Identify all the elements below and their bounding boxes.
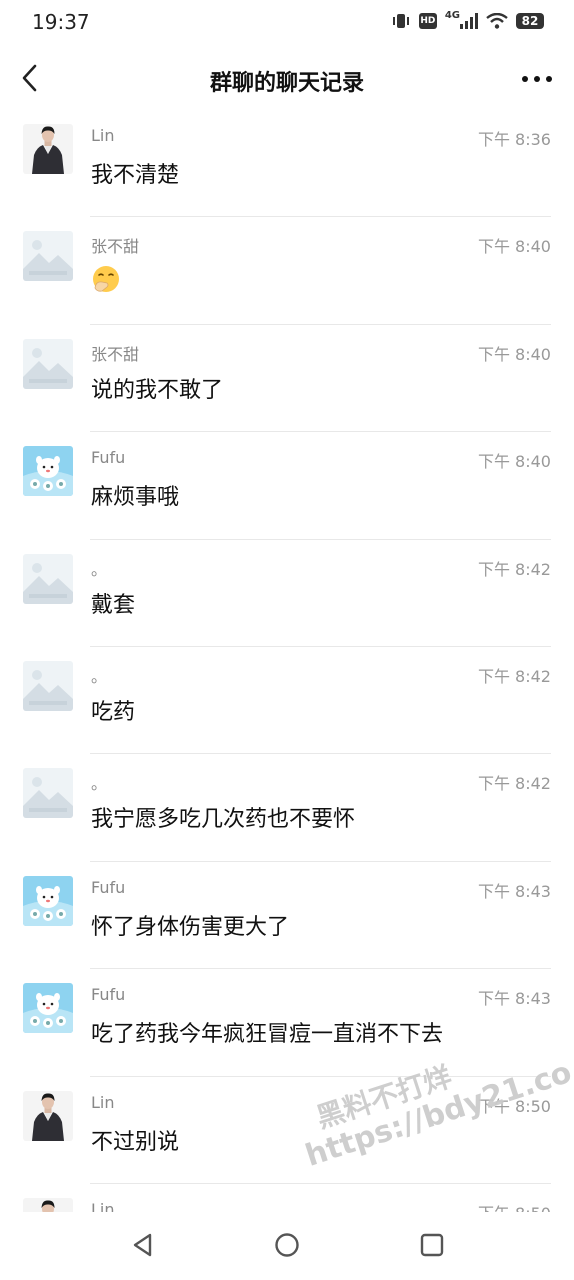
message-time: 下午 8:42 — [477, 666, 551, 686]
message-text: 吃药 — [91, 699, 136, 725]
message-time: 下午 8:42 — [477, 774, 551, 794]
sender-name: 。 — [91, 666, 108, 686]
header-bar: 群聊的聊天记录 — [0, 48, 574, 110]
message-item[interactable]: 。 下午 8:42 我宁愿多吃几次药也不要怀 — [0, 754, 574, 862]
sender-name: Fufu — [91, 448, 126, 468]
avatar[interactable] — [23, 231, 73, 281]
more-options-icon[interactable] — [522, 76, 552, 82]
sender-name: 张不甜 — [91, 344, 140, 364]
message-item[interactable]: 。 下午 8:42 戴套 — [0, 540, 574, 647]
vibrate-icon — [391, 12, 411, 30]
message-item[interactable]: Fufu 下午 8:43 怀了身体伤害更大了 — [0, 862, 574, 970]
avatar[interactable] — [23, 124, 73, 174]
sender-name: 。 — [91, 559, 108, 579]
avatar[interactable] — [23, 554, 73, 604]
sender-name: Fufu — [91, 985, 126, 1005]
status-time: 19:37 — [32, 10, 90, 34]
message-text: 说的我不敢了 — [91, 377, 224, 403]
message-time: 下午 8:40 — [477, 237, 551, 257]
nav-back-icon[interactable] — [130, 1232, 156, 1262]
message-list[interactable]: Lin 下午 8:36 我不清楚 张不甜 下午 8:40 张不甜 下午 8:40… — [0, 110, 574, 1212]
message-item[interactable]: Lin 下午 8:50 不过别说 — [0, 1077, 574, 1184]
message-item[interactable]: 张不甜 下午 8:40 说的我不敢了 — [0, 325, 574, 433]
message-text: 戴套 — [91, 592, 136, 618]
message-text: 怀了身体伤害更大了 — [91, 914, 290, 940]
avatar[interactable] — [23, 983, 73, 1033]
avatar[interactable] — [23, 661, 73, 711]
nav-recent-icon[interactable] — [419, 1232, 445, 1262]
nav-home-icon[interactable] — [274, 1232, 300, 1262]
sender-name: Lin — [91, 1199, 115, 1212]
avatar[interactable] — [23, 339, 73, 389]
message-text: 不过别说 — [91, 1129, 180, 1155]
face-with-hand-over-mouth-icon — [93, 266, 119, 293]
sender-name: Fufu — [91, 877, 126, 897]
message-time: 下午 8:43 — [477, 881, 551, 901]
message-time: 下午 8:43 — [477, 989, 551, 1009]
system-nav-bar — [0, 1212, 574, 1280]
status-icons: HD 4G 82 — [391, 10, 544, 30]
message-text: 我宁愿多吃几次药也不要怀 — [91, 807, 356, 833]
message-item[interactable]: Lin 下午 8:36 我不清楚 — [0, 110, 574, 218]
message-time: 下午 8:36 — [477, 130, 551, 149]
avatar[interactable] — [23, 1091, 73, 1141]
message-text: 吃了药我今年疯狂冒痘一直消不下去 — [91, 1022, 444, 1048]
message-emoji — [91, 264, 121, 300]
sender-name: 。 — [91, 774, 108, 794]
signal-icon: 4G — [444, 10, 478, 29]
message-text: 麻烦事哦 — [91, 485, 180, 511]
sender-name: Lin — [91, 1092, 115, 1112]
message-item[interactable]: 张不甜 下午 8:40 — [0, 217, 574, 325]
network-type: 4G — [444, 10, 460, 21]
avatar[interactable] — [23, 1198, 73, 1212]
hd-icon: HD — [418, 13, 437, 29]
message-time: 下午 8:40 — [477, 452, 551, 472]
wifi-icon — [486, 13, 508, 29]
sender-name: Lin — [91, 126, 115, 145]
message-item[interactable]: Fufu 下午 8:43 吃了药我今年疯狂冒痘一直消不下去 — [0, 969, 574, 1077]
battery-icon: 82 — [516, 13, 544, 29]
message-time: 下午 8:50 — [478, 1200, 551, 1212]
page-title: 群聊的聊天记录 — [209, 71, 364, 96]
avatar[interactable] — [23, 446, 73, 496]
avatar[interactable] — [23, 876, 73, 926]
avatar[interactable] — [23, 768, 73, 818]
message-time: 下午 8:40 — [477, 344, 551, 364]
message-time: 下午 8:50 — [477, 1096, 551, 1116]
message-text: 我不清楚 — [91, 163, 180, 188]
status-bar: 19:37 HD 4G 82 — [0, 0, 574, 48]
sender-name: 张不甜 — [91, 237, 140, 257]
message-item[interactable]: 。 下午 8:42 吃药 — [0, 647, 574, 755]
message-item[interactable]: Lin 下午 8:50 — [0, 1184, 574, 1212]
message-time: 下午 8:42 — [477, 559, 551, 579]
message-item[interactable]: Fufu 下午 8:40 麻烦事哦 — [0, 432, 574, 540]
